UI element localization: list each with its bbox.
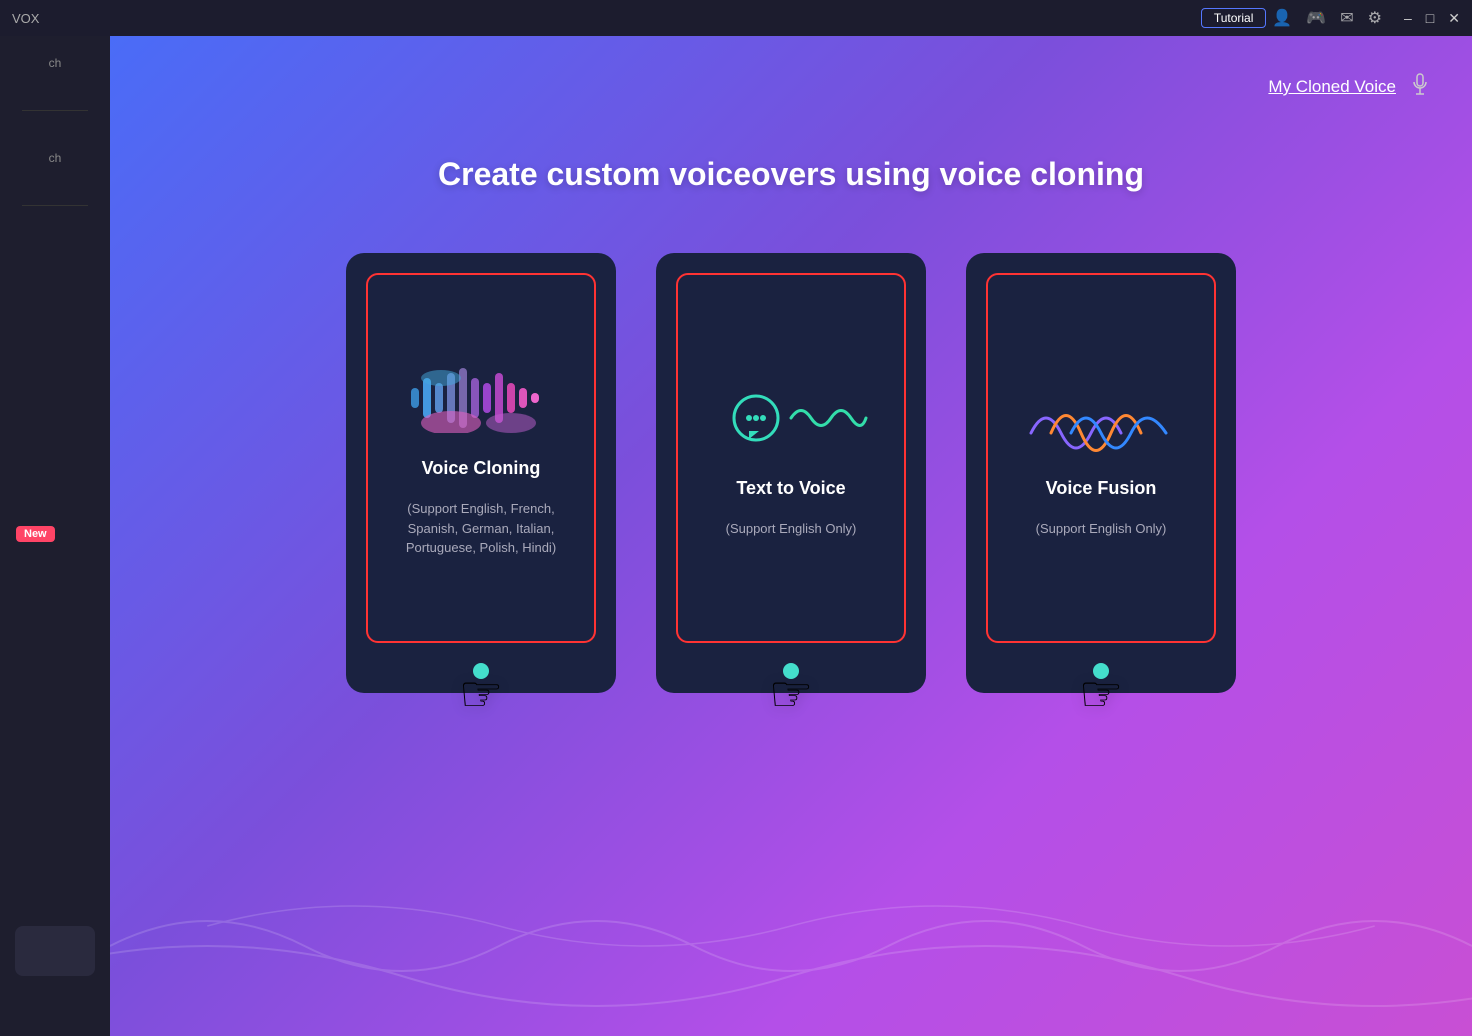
settings-icon[interactable]: ⚙ xyxy=(1368,8,1382,28)
sidebar-label-top: ch xyxy=(49,56,62,70)
sidebar-divider-1 xyxy=(22,110,88,111)
cards-container: Voice Cloning (Support English, French, … xyxy=(346,253,1236,693)
voice-fusion-card[interactable]: Voice Fusion (Support English Only) ☞ xyxy=(966,253,1236,693)
voice-fusion-title: Voice Fusion xyxy=(1046,478,1157,499)
voice-cloning-card[interactable]: Voice Cloning (Support English, French, … xyxy=(346,253,616,693)
window-controls: – □ ✕ xyxy=(1404,10,1460,27)
voice-cloning-subtitle: (Support English, French, Spanish, Germa… xyxy=(368,499,594,558)
sidebar: ch ch New xyxy=(0,36,110,1036)
app-name: VOX xyxy=(12,11,39,26)
sidebar-divider-2 xyxy=(22,205,88,206)
text-to-voice-card-inner: Text to Voice (Support English Only) xyxy=(676,273,906,643)
cursor-dot-2 xyxy=(783,663,799,679)
voice-cloning-card-inner: Voice Cloning (Support English, French, … xyxy=(366,273,596,643)
maximize-button[interactable]: □ xyxy=(1426,10,1434,26)
close-button[interactable]: ✕ xyxy=(1448,10,1460,27)
cursor-dot-1 xyxy=(473,663,489,679)
my-cloned-voice-link[interactable]: My Cloned Voice xyxy=(1268,77,1396,97)
gamepad-icon[interactable]: 🎮 xyxy=(1306,8,1326,28)
titlebar-center: Tutorial 👤 🎮 ✉ ⚙ – □ ✕ xyxy=(1201,8,1460,28)
main-content: My Cloned Voice Create custom voiceovers… xyxy=(110,36,1472,1036)
new-badge: New xyxy=(16,526,55,542)
cursor-dot-3 xyxy=(1093,663,1109,679)
titlebar: VOX Tutorial 👤 🎮 ✉ ⚙ – □ ✕ xyxy=(0,0,1472,36)
tutorial-button[interactable]: Tutorial xyxy=(1201,8,1267,28)
text-to-voice-title: Text to Voice xyxy=(736,478,845,499)
app-name-area: VOX xyxy=(12,11,39,26)
microphone-icon[interactable] xyxy=(1408,72,1432,102)
top-right-area: My Cloned Voice xyxy=(1268,72,1432,102)
text-to-voice-icon xyxy=(711,378,871,458)
text-to-voice-subtitle: (Support English Only) xyxy=(710,519,873,539)
sidebar-label-mid: ch xyxy=(49,151,62,165)
mail-icon[interactable]: ✉ xyxy=(1340,8,1353,28)
voice-fusion-icon xyxy=(1021,378,1181,458)
page-title: Create custom voiceovers using voice clo… xyxy=(438,156,1144,193)
app-body: ch ch New My Cloned Voice Create custom … xyxy=(0,36,1472,1036)
profile-icon[interactable]: 👤 xyxy=(1272,8,1292,28)
text-to-voice-card[interactable]: Text to Voice (Support English Only) ☞ xyxy=(656,253,926,693)
sidebar-item-bottom[interactable] xyxy=(15,926,95,976)
voice-cloning-icon xyxy=(401,358,561,438)
minimize-button[interactable]: – xyxy=(1404,10,1412,26)
voice-fusion-subtitle: (Support English Only) xyxy=(1020,519,1183,539)
voice-cloning-title: Voice Cloning xyxy=(422,458,541,479)
voice-fusion-card-inner: Voice Fusion (Support English Only) xyxy=(986,273,1216,643)
wave-decoration xyxy=(110,856,1472,1036)
titlebar-icons: 👤 🎮 ✉ ⚙ xyxy=(1272,8,1382,28)
